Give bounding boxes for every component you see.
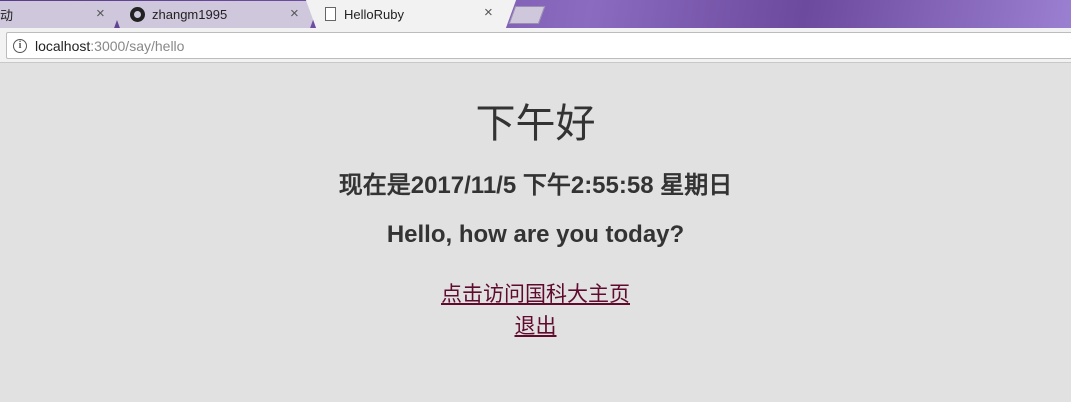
question-heading: Hello, how are you today? xyxy=(386,221,685,248)
page-icon xyxy=(325,7,336,21)
ucas-homepage-link[interactable]: 点击访问国科大主页 xyxy=(441,283,630,306)
link-row: 点击访问国科大主页 xyxy=(0,278,1071,308)
tab-title: zhangm1995 xyxy=(152,7,228,22)
browser-toolbar: i localhost:3000/say/hello xyxy=(0,28,1071,63)
info-icon[interactable]: i xyxy=(13,38,27,53)
tab-strip: 动 × zhangm1995 × HelloRuby × xyxy=(0,0,1071,28)
greeting-heading: 下午好 xyxy=(475,102,596,146)
close-icon[interactable]: × xyxy=(290,5,299,22)
link-row: 退出 xyxy=(0,310,1071,340)
close-icon[interactable]: × xyxy=(96,5,105,22)
url-path: :3000/say/hello xyxy=(90,37,185,54)
close-icon[interactable]: × xyxy=(484,4,493,21)
github-icon xyxy=(130,7,145,22)
exit-link[interactable]: 退出 xyxy=(515,315,557,338)
tab-title: HelloRuby xyxy=(344,6,404,22)
new-tab-button[interactable] xyxy=(508,6,546,24)
tab-github[interactable]: zhangm1995 × xyxy=(122,1,308,28)
page-content: 下午好 现在是2017/11/5 下午2:55:58 星期日 Hello, ho… xyxy=(0,63,1071,402)
datetime-heading: 现在是2017/11/5 下午2:55:58 星期日 xyxy=(338,172,733,199)
url-host: localhost xyxy=(35,37,91,54)
url-text[interactable]: localhost:3000/say/hello xyxy=(35,38,184,54)
address-bar[interactable]: i localhost:3000/say/hello xyxy=(6,32,1071,59)
tab-previous[interactable]: 动 × xyxy=(0,1,112,28)
tab-helloruby[interactable]: HelloRuby × xyxy=(318,0,504,28)
tab-title: 动 xyxy=(0,8,14,23)
